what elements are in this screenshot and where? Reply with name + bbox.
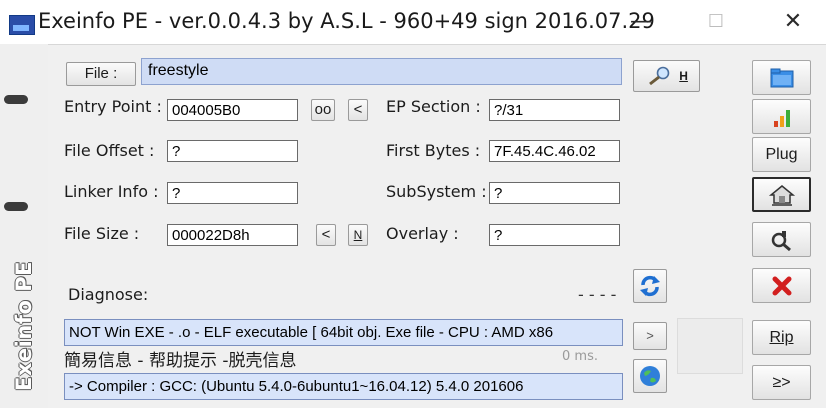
entry-point-label: Entry Point : — [64, 97, 162, 116]
diagnose-result-field[interactable]: NOT Win EXE - .o - ELF executable [ 64bi… — [64, 319, 623, 346]
search-h-label: H — [679, 69, 688, 84]
ep-section-field[interactable]: ?/31 — [489, 99, 620, 121]
next-diagnose-button[interactable]: > — [633, 322, 667, 350]
signal-bars-icon — [773, 110, 790, 127]
minimize-button[interactable]: — — [610, 0, 672, 44]
file-path-field[interactable]: freestyle — [141, 58, 622, 85]
drag-knob-icon — [4, 95, 28, 104]
more-button-label: ≥> — [772, 374, 791, 391]
globe-icon — [640, 366, 660, 386]
file-offset-field[interactable]: ? — [167, 140, 298, 162]
diagnose-dashes: - - - - — [578, 285, 617, 304]
red-x-icon — [772, 276, 791, 296]
rescan-button[interactable] — [633, 269, 667, 303]
subsystem-label: SubSystem : — [386, 182, 487, 201]
oo-button[interactable]: oo — [311, 99, 335, 121]
n-button[interactable]: N — [348, 224, 368, 246]
rip-button[interactable]: Rip — [752, 320, 811, 355]
file-size-field[interactable]: 000022D8h — [167, 224, 298, 246]
window-title: Exeinfo PE - ver.0.0.4.3 by A.S.L - 960+… — [38, 9, 655, 33]
web-lookup-button[interactable] — [633, 359, 667, 393]
rip-button-label: Rip — [769, 329, 794, 346]
logo-text: Exeinfo PE — [12, 261, 36, 391]
close-icon: ✕ — [783, 9, 803, 34]
stats-button[interactable] — [752, 99, 811, 134]
tools-button[interactable] — [752, 222, 811, 257]
maximize-icon: ☐ — [707, 11, 725, 32]
prev-entry-button[interactable]: < — [348, 99, 368, 121]
home-icon — [768, 185, 795, 206]
prev-size-button[interactable]: < — [316, 224, 336, 246]
minimize-icon: — — [630, 9, 652, 34]
file-offset-label: File Offset : — [64, 141, 155, 160]
app-window: Exeinfo PE - ver.0.0.4.3 by A.S.L - 960+… — [0, 0, 826, 408]
overlay-field[interactable]: ? — [489, 224, 620, 246]
linker-info-label: Linker Info : — [64, 182, 159, 201]
ep-section-label: EP Section : — [386, 97, 481, 116]
app-icon — [9, 15, 35, 35]
drag-knob-icon — [4, 202, 28, 211]
wrench-icon — [771, 231, 791, 252]
overlay-label: Overlay : — [386, 224, 459, 243]
file-size-label: File Size : — [64, 224, 140, 243]
first-bytes-field[interactable]: 7F.45.4C.46.02 — [489, 140, 620, 162]
search-h-button[interactable]: H — [633, 60, 700, 92]
linker-info-field[interactable]: ? — [167, 182, 298, 204]
file-button[interactable]: File : — [66, 62, 136, 86]
elapsed-time: 0 ms. — [562, 349, 598, 364]
home-button[interactable] — [752, 177, 811, 212]
exit-button[interactable] — [752, 268, 811, 303]
refresh-icon — [640, 275, 660, 297]
plug-button[interactable]: Plug — [752, 137, 811, 172]
open-file-button[interactable] — [752, 60, 811, 95]
maximize-button[interactable]: ☐ — [685, 0, 747, 44]
folder-icon — [770, 68, 793, 88]
plug-button-label: Plug — [765, 146, 798, 163]
magnifier-icon — [649, 66, 670, 86]
more-button[interactable]: ≥> — [752, 365, 811, 400]
compiler-info-field[interactable]: -> Compiler : GCC: (Ubuntu 5.4.0-6ubuntu… — [64, 373, 623, 400]
diagnose-label: Diagnose: — [68, 285, 149, 304]
status-panel — [677, 318, 743, 374]
close-button[interactable]: ✕ — [762, 0, 824, 44]
file-button-label: File : — [84, 65, 118, 82]
title-bar: Exeinfo PE - ver.0.0.4.3 by A.S.L - 960+… — [0, 0, 826, 45]
entry-point-field[interactable]: 004005B0 — [167, 99, 298, 121]
first-bytes-label: First Bytes : — [386, 141, 481, 160]
subsystem-field[interactable]: ? — [489, 182, 620, 204]
exeinfo-logo: Exeinfo PE — [3, 254, 45, 398]
help-info-line: 簡易信息 - 帮助提示 -脱壳信息 — [64, 351, 297, 371]
